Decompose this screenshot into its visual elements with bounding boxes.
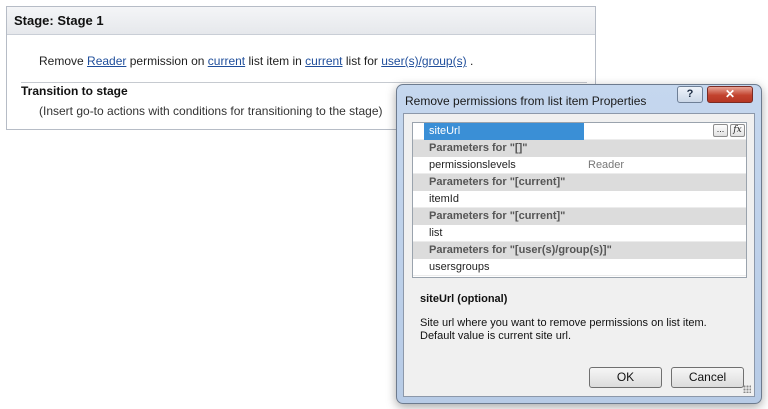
transition-hint[interactable]: (Insert go-to actions with conditions fo… (39, 104, 383, 118)
sentence-text-2: permission on (129, 54, 205, 68)
property-row-list[interactable]: list (413, 225, 746, 242)
property-key: list (429, 227, 443, 239)
dialog-body: siteUrl ... fx Parameters for "[]" permi… (403, 113, 755, 397)
help-button[interactable]: ? (677, 86, 703, 103)
resize-grip-icon[interactable] (743, 385, 751, 393)
description-text: Site url where you want to remove permis… (420, 317, 707, 342)
property-value: Reader (588, 159, 625, 171)
property-row-permissionslevels[interactable]: permissionslevels Reader (413, 157, 746, 174)
users-groups-link[interactable]: user(s)/group(s) (381, 54, 466, 68)
property-row-itemid[interactable]: itemId (413, 191, 746, 208)
property-grid[interactable]: siteUrl ... fx Parameters for "[]" permi… (412, 122, 747, 278)
property-row-siteurl[interactable]: siteUrl ... fx (413, 123, 746, 140)
property-key: siteUrl (429, 125, 461, 137)
property-key: permissionslevels (429, 159, 516, 171)
property-row-usersgroups[interactable]: usersgroups (413, 259, 746, 276)
category-row: Parameters for "[current]" (413, 174, 746, 191)
section-divider (21, 82, 587, 83)
category-label: Parameters for "[user(s)/group(s)]" (429, 244, 612, 256)
category-label: Parameters for "[]" (429, 142, 528, 154)
ok-button[interactable]: OK (589, 367, 662, 388)
property-key: itemId (429, 193, 459, 205)
category-label: Parameters for "[current]" (429, 210, 566, 222)
list-item-link[interactable]: current (208, 54, 245, 68)
category-row: Parameters for "[]" (413, 140, 746, 157)
stage-title: Stage: Stage 1 (7, 7, 595, 35)
formula-button[interactable]: fx (730, 124, 745, 137)
description-title: siteUrl (optional) (420, 293, 508, 305)
sentence-text-5: . (469, 54, 474, 68)
cancel-button[interactable]: Cancel (671, 367, 744, 388)
action-sentence: Remove Reader permission on current list… (39, 54, 473, 68)
sentence-text-3: list item in (248, 54, 302, 68)
category-label: Parameters for "[current]" (429, 176, 566, 188)
transition-title: Transition to stage (21, 84, 128, 98)
dialog-title: Remove permissions from list item Proper… (405, 94, 647, 108)
category-row: Parameters for "[current]" (413, 208, 746, 225)
sentence-text-4: list for (345, 54, 378, 68)
list-link[interactable]: current (305, 54, 342, 68)
close-button[interactable]: ✕ (707, 86, 753, 103)
category-row: Parameters for "[user(s)/group(s)]" (413, 242, 746, 259)
permission-link[interactable]: Reader (87, 54, 126, 68)
properties-dialog: Remove permissions from list item Proper… (396, 84, 762, 404)
ellipsis-button[interactable]: ... (713, 124, 728, 137)
property-key: usersgroups (429, 261, 490, 273)
sentence-text-1: Remove (39, 54, 84, 68)
